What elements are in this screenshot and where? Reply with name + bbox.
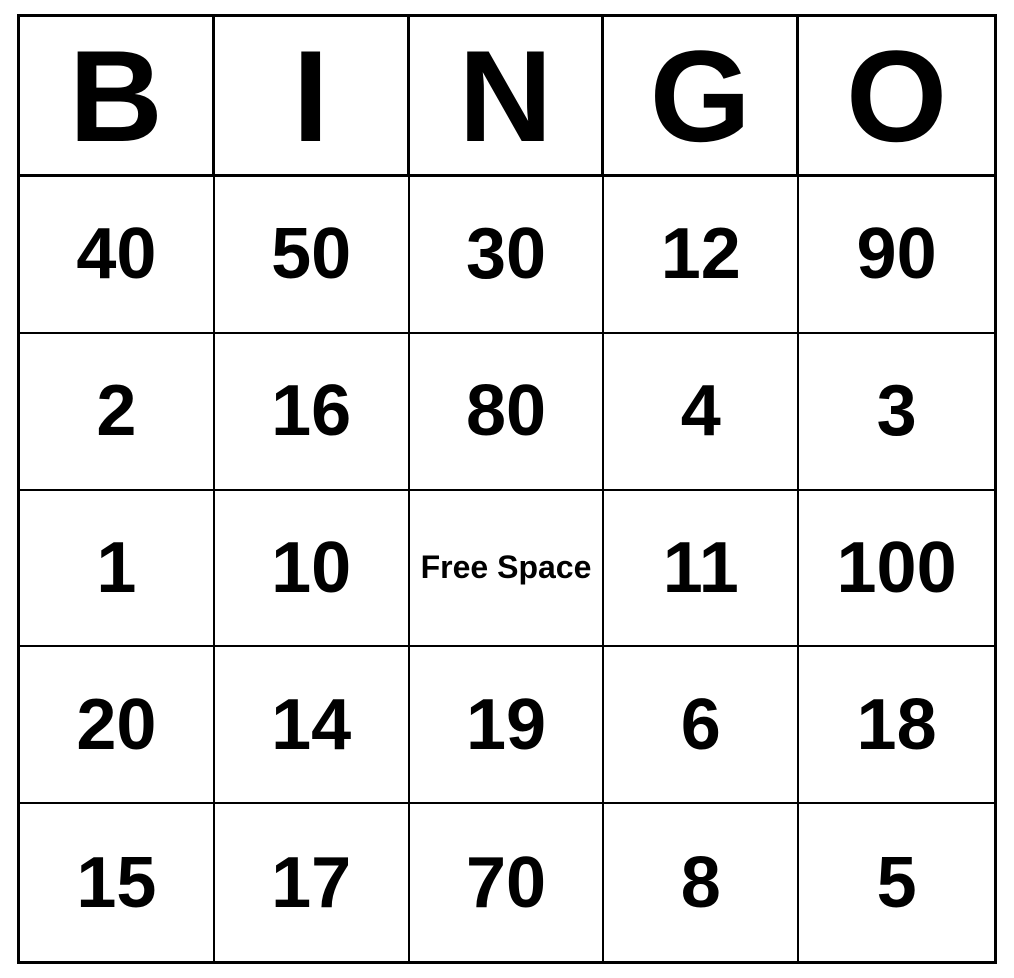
cell-r3-c0[interactable]: 20 [20, 647, 215, 804]
header-o: O [799, 17, 994, 174]
cell-r4-c3[interactable]: 8 [604, 804, 799, 961]
cell-r4-c0[interactable]: 15 [20, 804, 215, 961]
cell-r1-c2[interactable]: 80 [410, 334, 605, 491]
cell-r2-c0[interactable]: 1 [20, 491, 215, 648]
cell-r4-c4[interactable]: 5 [799, 804, 994, 961]
cell-r4-c2[interactable]: 70 [410, 804, 605, 961]
cell-r2-c1[interactable]: 10 [215, 491, 410, 648]
header-g: G [604, 17, 799, 174]
bingo-card: B I N G O 4050301290 2168043 110Free Space… [17, 14, 997, 964]
cell-r1-c1[interactable]: 16 [215, 334, 410, 491]
cell-r2-c4[interactable]: 100 [799, 491, 994, 648]
cell-r0-c2[interactable]: 30 [410, 177, 605, 334]
cell-r0-c1[interactable]: 50 [215, 177, 410, 334]
bingo-grid: 40503012902168043110Free Space1110020141… [20, 177, 994, 961]
header-b: B [20, 17, 215, 174]
cell-r3-c4[interactable]: 18 [799, 647, 994, 804]
cell-r1-c0[interactable]: 2 [20, 334, 215, 491]
cell-r2-c2[interactable]: Free Space [410, 491, 605, 648]
header-i: I [215, 17, 410, 174]
cell-r0-c3[interactable]: 12 [604, 177, 799, 334]
cell-r0-c0[interactable]: 40 [20, 177, 215, 334]
header-n: N [410, 17, 605, 174]
cell-r3-c3[interactable]: 6 [604, 647, 799, 804]
cell-r3-c1[interactable]: 14 [215, 647, 410, 804]
cell-r2-c3[interactable]: 11 [604, 491, 799, 648]
cell-r0-c4[interactable]: 90 [799, 177, 994, 334]
cell-r1-c3[interactable]: 4 [604, 334, 799, 491]
bingo-header: B I N G O [20, 17, 994, 177]
cell-r3-c2[interactable]: 19 [410, 647, 605, 804]
cell-r1-c4[interactable]: 3 [799, 334, 994, 491]
cell-r4-c1[interactable]: 17 [215, 804, 410, 961]
